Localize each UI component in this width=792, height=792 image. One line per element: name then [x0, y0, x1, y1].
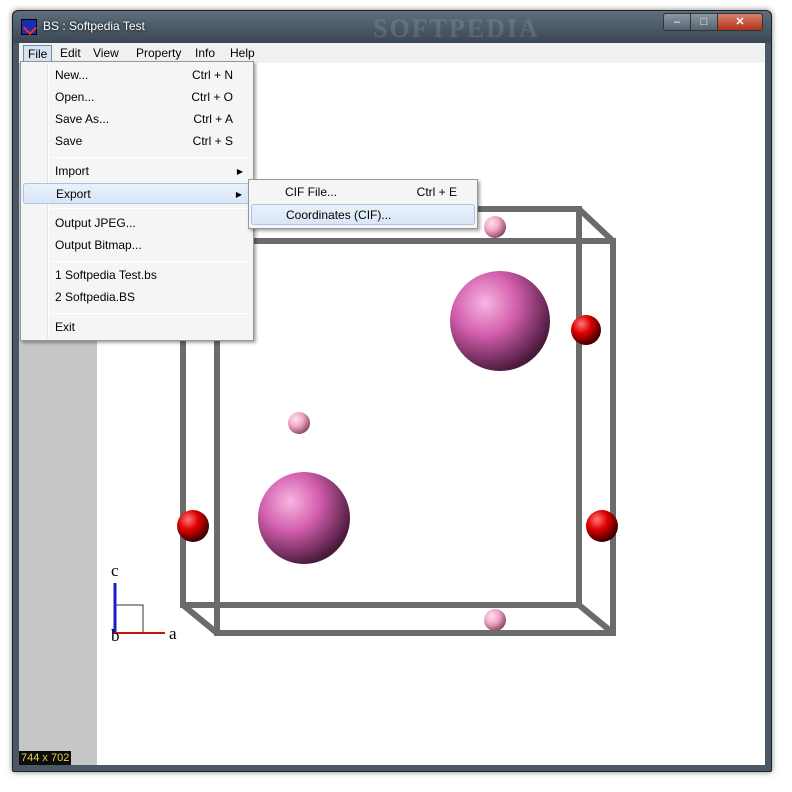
menu-file[interactable]: File: [23, 45, 53, 62]
atom-red[interactable]: [177, 510, 209, 542]
minimize-button[interactable]: –: [663, 13, 691, 31]
window-title: BS : Softpedia Test: [43, 19, 145, 33]
submenu-arrow-icon: ▶: [236, 167, 243, 176]
menu-item-label: Export: [56, 187, 91, 201]
shortcut-label: Ctrl + N: [191, 68, 233, 82]
menu-item-export[interactable]: Export ▶: [23, 183, 251, 204]
menu-item-recent-1[interactable]: 1 Softpedia Test.bs: [23, 265, 251, 286]
menu-item-label: Exit: [55, 320, 76, 334]
axis-b-label: b: [111, 626, 120, 645]
menu-property[interactable]: Property: [132, 45, 185, 62]
watermark-text: SOFTPEDIA: [373, 14, 540, 43]
menu-separator: [51, 157, 251, 158]
atom-small-pink[interactable]: [288, 412, 310, 434]
menu-item-label: New...: [55, 68, 89, 82]
atom-small-pink[interactable]: [484, 609, 506, 631]
menu-item-label: CIF File...: [285, 185, 338, 199]
menu-item-output-bitmap[interactable]: Output Bitmap...: [23, 235, 251, 256]
menu-item-save[interactable]: Save Ctrl + S: [23, 131, 251, 152]
menu-item-import[interactable]: Import ▶: [23, 161, 251, 182]
atom-small-pink[interactable]: [484, 216, 506, 238]
menu-item-save-as[interactable]: Save As... Ctrl + A: [23, 109, 251, 130]
axis-c-label: c: [111, 561, 119, 580]
cell-edge: [576, 206, 616, 244]
shortcut-label: Ctrl + O: [191, 90, 233, 104]
title-bar[interactable]: BS : Softpedia Test SOFTPEDIA – □ ✕: [13, 11, 771, 43]
menu-info[interactable]: Info: [191, 45, 219, 62]
menu-item-recent-2[interactable]: 2 Softpedia.BS: [23, 287, 251, 308]
menu-item-label: Coordinates (CIF)...: [286, 208, 392, 222]
axis-a-label: a: [169, 624, 177, 643]
file-menu: New... Ctrl + N Open... Ctrl + O Save As..…: [20, 61, 254, 341]
shortcut-label: Ctrl + A: [193, 112, 233, 126]
menu-item-exit[interactable]: Exit: [23, 317, 251, 338]
menu-item-coordinates-cif[interactable]: Coordinates (CIF)...: [251, 204, 475, 225]
maximize-button[interactable]: □: [690, 13, 718, 31]
atom-large-pink[interactable]: [450, 271, 550, 371]
cell-edge: [577, 602, 615, 636]
menu-edit[interactable]: Edit: [56, 45, 85, 62]
menu-separator: [51, 261, 251, 262]
submenu-arrow-icon: ▶: [235, 190, 242, 199]
menu-item-cif-file[interactable]: CIF File... Ctrl + E: [251, 182, 475, 203]
close-button[interactable]: ✕: [717, 13, 763, 31]
menu-item-open[interactable]: Open... Ctrl + O: [23, 87, 251, 108]
atom-large-pink[interactable]: [258, 472, 350, 564]
menu-item-label: Open...: [55, 90, 95, 104]
menu-help[interactable]: Help: [226, 45, 259, 62]
menu-item-label: Import: [55, 164, 90, 178]
app-icon[interactable]: [21, 19, 37, 35]
menu-item-label: Output JPEG...: [55, 216, 136, 230]
atom-red[interactable]: [586, 510, 618, 542]
viewport-size-label: 744 x 702: [19, 751, 72, 765]
axis-indicator: c a b: [111, 561, 177, 645]
shortcut-label: Ctrl + S: [192, 134, 233, 148]
menu-item-label: Save As...: [55, 112, 110, 126]
cell-back-face: [214, 238, 616, 636]
export-submenu: CIF File... Ctrl + E Coordinates (CIF)...: [248, 179, 478, 229]
menu-item-output-jpeg[interactable]: Output JPEG...: [23, 213, 251, 234]
menu-item-label: Output Bitmap...: [55, 238, 142, 252]
menu-separator: [51, 208, 251, 209]
menu-view[interactable]: View: [89, 45, 123, 62]
cell-edge: [181, 602, 219, 636]
menu-bar: File Edit View Property Info Help: [19, 43, 765, 63]
shortcut-label: Ctrl + E: [416, 185, 457, 199]
menu-item-label: Save: [55, 134, 83, 148]
menu-item-label: 1 Softpedia Test.bs: [55, 268, 157, 282]
menu-item-new[interactable]: New... Ctrl + N: [23, 65, 251, 86]
atom-red[interactable]: [571, 315, 601, 345]
menu-separator: [51, 313, 251, 314]
menu-item-label: 2 Softpedia.BS: [55, 290, 136, 304]
